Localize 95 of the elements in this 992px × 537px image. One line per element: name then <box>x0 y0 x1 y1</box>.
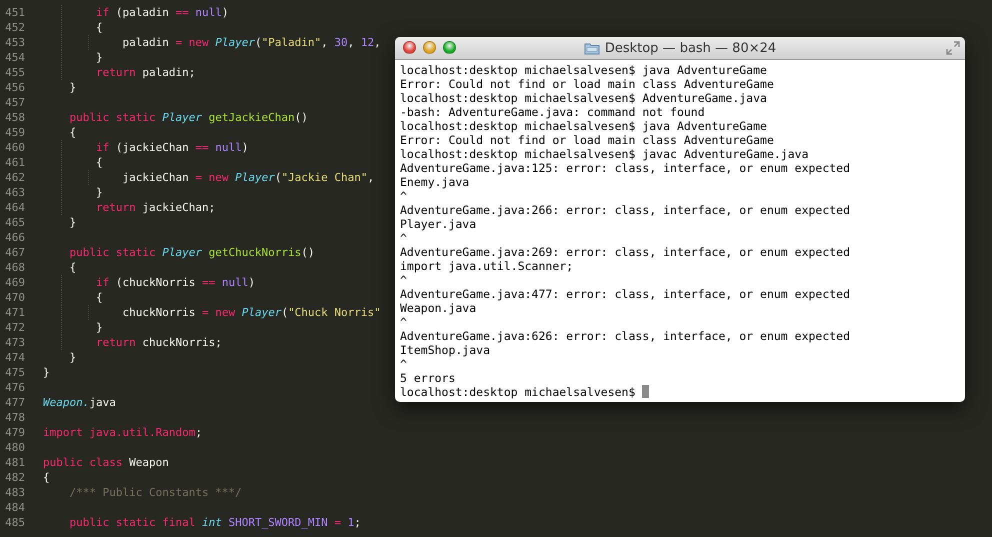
terminal-line: Error: Could not find or load main class AdventureGame <box>400 133 775 147</box>
code-line: public static Player getJackieChan() <box>68 110 308 125</box>
line-number: 478 <box>4 410 25 425</box>
line-number: 456 <box>4 80 25 95</box>
line-number: 467 <box>4 245 25 260</box>
line-number: 477 <box>4 395 25 410</box>
line-number: 479 <box>4 425 25 440</box>
terminal-line: ItemShop.java <box>400 343 492 357</box>
terminal-line: -bash: AdventureGame.java: command not found <box>400 105 706 119</box>
code-line: jackieChan = new Player("Jackie Chan", <box>43 170 374 185</box>
line-number: 475 <box>4 365 25 380</box>
terminal-line: Player.java <box>400 217 478 231</box>
terminal-line: localhost:desktop michaelsalvesen$ javac AdventureGame.java <box>400 147 810 161</box>
code-line: { <box>43 20 103 35</box>
close-button[interactable] <box>403 41 416 54</box>
fullscreen-icon[interactable] <box>946 41 960 55</box>
zoom-button[interactable] <box>443 41 456 54</box>
terminal-line: Error: Could not find or load main class AdventureGame <box>400 77 775 91</box>
line-number: 485 <box>4 515 25 530</box>
folder-icon <box>584 42 600 54</box>
code-line: } <box>43 185 103 200</box>
line-number: 482 <box>4 470 25 485</box>
line-number: 476 <box>4 380 25 395</box>
code-line: { <box>43 155 103 170</box>
line-number: 474 <box>4 350 25 365</box>
terminal-line: localhost:desktop michaelsalvesen$ AdventureGame.java <box>400 91 768 105</box>
code-line: { <box>43 470 50 485</box>
line-number: 483 <box>4 485 25 500</box>
code-line: public static final int SHORT_SWORD_MIN = 1; <box>68 515 361 530</box>
shell-prompt: localhost:desktop michaelsalvesen$ <box>400 385 636 399</box>
line-number: 452 <box>4 20 25 35</box>
terminal-line: Weapon.java <box>400 301 478 315</box>
code-line: { <box>68 125 76 140</box>
line-number: 473 <box>4 335 25 350</box>
line-number: 460 <box>4 140 25 155</box>
code-line: } <box>43 320 103 335</box>
code-line: chuckNorris = new Player("Chuck Norris" <box>43 305 381 320</box>
code-line: if (chuckNorris == null) <box>43 275 255 290</box>
line-number: 465 <box>4 215 25 230</box>
code-line: } <box>68 350 76 365</box>
line-number: 464 <box>4 200 25 215</box>
code-line: paladin = new Player("Paladin", 30, 12, <box>43 35 381 50</box>
terminal-line: ^ <box>400 231 408 245</box>
code-line: if (jackieChan == null) <box>43 140 248 155</box>
terminal-line: ^ <box>400 315 408 329</box>
code-line: } <box>43 50 103 65</box>
terminal-line: 5 errors <box>400 371 456 385</box>
terminal-line: ^ <box>400 357 408 371</box>
line-number: 480 <box>4 440 25 455</box>
terminal-line: AdventureGame.java:125: error: class, interface, or enum expected <box>400 161 852 175</box>
terminal-line: localhost:desktop michaelsalvesen$ java AdventureGame <box>400 63 768 77</box>
code-line: } <box>68 80 76 95</box>
code-line: public class Weapon <box>43 455 169 470</box>
line-number: 462 <box>4 170 25 185</box>
line-number: 461 <box>4 155 25 170</box>
line-number: 468 <box>4 260 25 275</box>
terminal-line: localhost:desktop michaelsalvesen$ java AdventureGame <box>400 119 768 133</box>
terminal-line: import java.util.Scanner; <box>400 259 574 273</box>
minimize-button[interactable] <box>423 41 436 54</box>
line-number: 458 <box>4 110 25 125</box>
text-cursor <box>642 385 650 398</box>
line-number: 451 <box>4 5 25 20</box>
code-line: return paladin; <box>43 65 196 80</box>
terminal-line: AdventureGame.java:266: error: class, interface, or enum expected <box>400 203 852 217</box>
line-number: 472 <box>4 320 25 335</box>
line-number: 463 <box>4 185 25 200</box>
terminal-line: AdventureGame.java:477: error: class, interface, or enum expected <box>400 287 852 301</box>
code-line: { <box>43 290 103 305</box>
terminal-line: Enemy.java <box>400 175 470 189</box>
line-number: 454 <box>4 50 25 65</box>
line-number: 471 <box>4 305 25 320</box>
terminal-line: ^ <box>400 189 408 203</box>
code-line: return chuckNorris; <box>43 335 222 350</box>
line-number: 466 <box>4 230 25 245</box>
code-line: /*** Public Constants ***/ <box>68 485 242 500</box>
code-line: { <box>68 260 76 275</box>
terminal-line: ^ <box>400 273 408 287</box>
terminal-line: AdventureGame.java:626: error: class, interface, or enum expected <box>400 329 852 343</box>
line-number: 470 <box>4 290 25 305</box>
code-line: import java.util.Random; <box>43 425 202 440</box>
code-line: return jackieChan; <box>43 200 216 215</box>
line-number: 484 <box>4 500 25 515</box>
line-number: 481 <box>4 455 25 470</box>
code-line: public static Player getChuckNorris() <box>68 245 315 260</box>
code-line: } <box>43 365 50 380</box>
code-line: } <box>68 215 76 230</box>
code-line: Weapon.java <box>43 395 116 410</box>
line-number: 455 <box>4 65 25 80</box>
terminal-line: AdventureGame.java:269: error: class, interface, or enum expected <box>400 245 852 259</box>
code-line: if (paladin == null) <box>43 5 228 20</box>
line-number: 457 <box>4 95 25 110</box>
line-number: 453 <box>4 35 25 50</box>
window-title: Desktop — bash — 80×24 <box>604 40 776 56</box>
line-number: 459 <box>4 125 25 140</box>
line-number: 469 <box>4 275 25 290</box>
